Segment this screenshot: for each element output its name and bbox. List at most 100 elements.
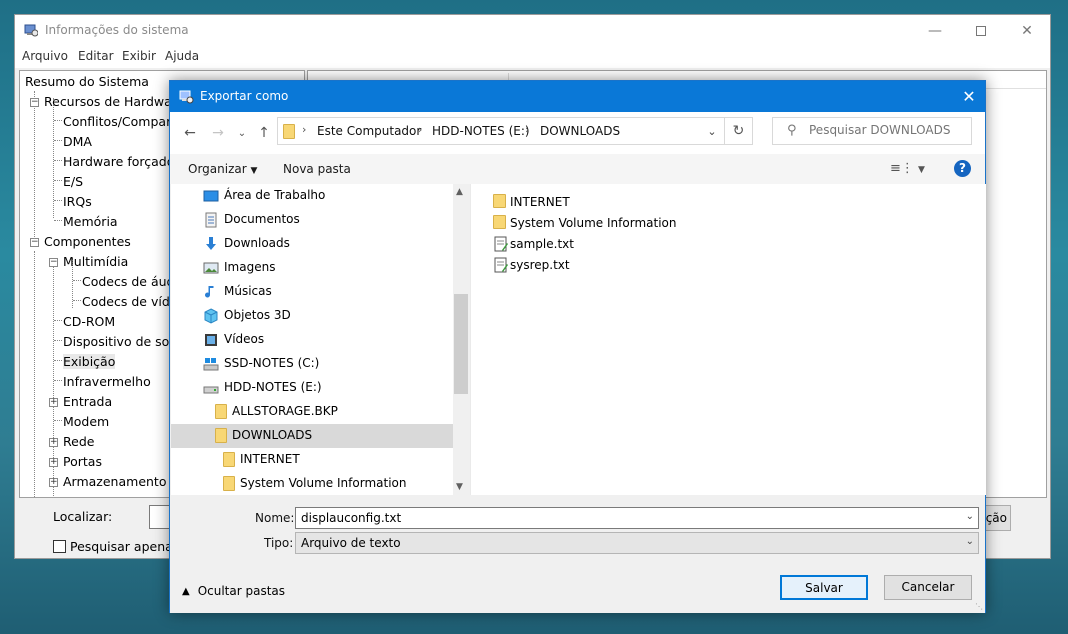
menu-exibir[interactable]: Exibir (122, 49, 156, 63)
tree-item-multimedia[interactable]: Multimídia (63, 254, 128, 269)
collapse-icon[interactable]: − (30, 238, 39, 247)
nav-item-documents[interactable]: Documentos (171, 208, 453, 232)
file-name-field[interactable]: ⌄ (295, 507, 979, 529)
file-type-select[interactable]: Arquivo de texto ⌄ (295, 532, 979, 554)
tree-item-infrared[interactable]: Infravermelho (63, 374, 151, 389)
expand-icon[interactable]: + (49, 478, 58, 487)
chevron-right-icon[interactable]: › (525, 123, 529, 136)
nav-item-internet[interactable]: INTERNET (171, 448, 453, 472)
collapse-icon[interactable]: − (49, 258, 58, 267)
tree-item-forced-hardware[interactable]: Hardware forçado (63, 154, 174, 169)
tree-item-dma[interactable]: DMA (63, 134, 92, 149)
breadcrumb-downloads[interactable]: DOWNLOADS (540, 124, 620, 138)
tree-item-hardware-resources[interactable]: Recursos de Hardware (44, 94, 184, 109)
tree-item-components[interactable]: Componentes (44, 234, 131, 249)
nav-item-desktop[interactable]: Área de Trabalho (171, 184, 453, 208)
expand-icon[interactable]: + (49, 458, 58, 467)
folder-icon (223, 452, 235, 467)
resize-grip-icon[interactable]: ⋱ (975, 602, 983, 611)
nav-scrollbar[interactable]: ▲ ▼ (453, 184, 468, 495)
chevron-right-icon[interactable]: › (418, 123, 422, 136)
breadcrumb-this-pc[interactable]: Este Computador (317, 124, 421, 138)
tree-item-input[interactable]: Entrada (63, 394, 112, 409)
chevron-down-icon[interactable]: ⌄ (966, 536, 974, 547)
save-button[interactable]: Salvar (780, 575, 868, 600)
search-only-checkbox[interactable]: Pesquisar apenas (53, 539, 179, 554)
tree-item-storage[interactable]: Armazenamento (63, 474, 166, 489)
folder-icon (493, 194, 506, 208)
tree-item-irqs[interactable]: IRQs (63, 194, 92, 209)
find-button[interactable]: ção (983, 505, 1011, 531)
folder-icon (493, 215, 506, 229)
main-title-bar[interactable]: Informações do sistema — ✕ (15, 15, 1050, 46)
organize-button[interactable]: Organizar ▼ (188, 162, 257, 176)
maximize-icon[interactable] (958, 15, 1004, 46)
objects-3d-icon (204, 308, 218, 324)
tree-item-display[interactable]: Exibição (63, 354, 116, 369)
tree-item-sound-device[interactable]: Dispositivo de som (63, 334, 182, 349)
nav-item-downloads-folder[interactable]: DOWNLOADS (171, 424, 453, 448)
export-as-dialog: Exportar como ✕ ← → ⌄ ↑ › Este Computado… (169, 80, 986, 613)
file-list-pane[interactable]: INTERNET System Volume Information sampl… (470, 184, 986, 495)
collapse-icon[interactable]: − (30, 98, 39, 107)
menu-arquivo[interactable]: Arquivo (22, 49, 68, 63)
search-input[interactable] (809, 123, 964, 137)
tree-item-summary[interactable]: Resumo do Sistema (25, 74, 149, 89)
help-icon[interactable]: ? (954, 160, 971, 177)
file-name-input[interactable] (301, 511, 951, 525)
system-info-app-icon (24, 24, 38, 37)
scroll-down-icon[interactable]: ▼ (456, 482, 463, 492)
tree-item-modem[interactable]: Modem (63, 414, 109, 429)
folder-icon (215, 404, 227, 419)
menu-editar[interactable]: Editar (78, 49, 114, 63)
chevron-right-icon[interactable]: › (302, 123, 306, 136)
search-box[interactable]: ⚲ (772, 117, 972, 145)
nav-item-3d-objects[interactable]: Objetos 3D (171, 304, 453, 328)
recent-dropdown-icon[interactable]: ⌄ (232, 124, 252, 142)
nav-item-pictures[interactable]: Imagens (171, 256, 453, 280)
view-options-icon[interactable]: ≡⋮ ▼ (890, 161, 925, 176)
menu-ajuda[interactable]: Ajuda (165, 49, 199, 63)
nav-item-music[interactable]: Músicas (171, 280, 453, 304)
scrollbar-thumb[interactable] (454, 294, 468, 394)
nav-item-drive-e[interactable]: HDD-NOTES (E:) (171, 376, 453, 400)
chevron-down-icon[interactable]: ⌄ (702, 122, 722, 140)
minimize-icon[interactable]: — (912, 15, 958, 46)
downloads-icon (206, 237, 216, 250)
file-type-label: Tipo: (264, 536, 294, 550)
new-folder-button[interactable]: Nova pasta (283, 162, 351, 176)
expand-icon[interactable]: + (49, 398, 58, 407)
nav-item-drive-c[interactable]: SSD-NOTES (C:) (171, 352, 453, 376)
tree-item-cdrom[interactable]: CD-ROM (63, 314, 115, 329)
tree-item-memory[interactable]: Memória (63, 214, 118, 229)
folder-icon (283, 124, 295, 139)
tree-item-network[interactable]: Rede (63, 434, 94, 449)
close-icon[interactable]: ✕ (1004, 15, 1050, 46)
tree-item-ports[interactable]: Portas (63, 454, 102, 469)
tree-item-io[interactable]: E/S (63, 174, 83, 189)
nav-item-system-volume-information[interactable]: System Volume Information (171, 472, 453, 495)
scroll-up-icon[interactable]: ▲ (456, 187, 463, 197)
chevron-down-icon[interactable]: ⌄ (966, 511, 974, 522)
up-arrow-icon[interactable]: ↑ (254, 124, 274, 142)
folder-icon (223, 476, 235, 491)
close-icon[interactable]: ✕ (953, 81, 985, 112)
refresh-icon[interactable]: ↻ (724, 118, 752, 144)
hide-folders-button[interactable]: ▲ Ocultar pastas (182, 584, 285, 598)
nav-item-downloads[interactable]: Downloads (171, 232, 453, 256)
breadcrumb-hdd-notes[interactable]: HDD-NOTES (E:) (432, 124, 530, 138)
forward-arrow-icon[interactable]: → (208, 124, 228, 142)
nav-item-videos[interactable]: Vídeos (171, 328, 453, 352)
expand-icon[interactable]: + (49, 438, 58, 447)
navigation-pane[interactable]: Área de Trabalho Documentos Downloads Im… (171, 184, 468, 495)
checkbox-icon[interactable] (53, 540, 66, 553)
nav-item-allstorage-bkp[interactable]: ALLSTORAGE.BKP (171, 400, 453, 424)
back-arrow-icon[interactable]: ← (180, 124, 200, 142)
address-bar[interactable]: › Este Computador › HDD-NOTES (E:) › DOW… (277, 117, 753, 145)
cancel-button[interactable]: Cancelar (884, 575, 972, 600)
navigation-row: ← → ⌄ ↑ › Este Computador › HDD-NOTES (E… (170, 112, 985, 154)
chevron-up-icon[interactable]: ▲ (182, 586, 190, 597)
system-info-app-icon (179, 90, 194, 104)
file-type-value: Arquivo de texto (301, 536, 401, 550)
dialog-title-bar[interactable]: Exportar como ✕ (170, 81, 985, 112)
